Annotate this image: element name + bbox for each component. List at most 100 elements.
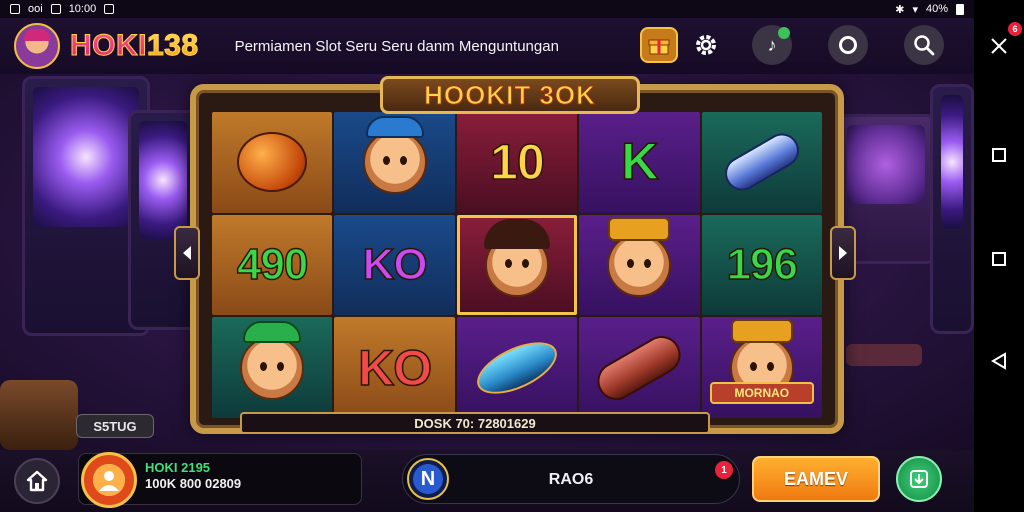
brand-logo[interactable]: HOKI138	[70, 29, 199, 63]
account-panel[interactable]: HOKI 2195 100K 800 02809	[78, 452, 362, 508]
slot-cell: 10	[456, 112, 578, 213]
account-balance: 100K 800 02809	[145, 476, 242, 491]
number-symbol-196: 196	[726, 239, 799, 290]
slot-cell	[212, 317, 333, 418]
bluetooth-icon: ✱	[895, 3, 905, 16]
game-title-plate: HOOKIT 3OK	[380, 76, 640, 114]
game-area: 490 KO KO 10 K 196 MORNAO HOOKIT 3OK S5T…	[0, 74, 974, 450]
log-symbol	[590, 328, 688, 407]
stool	[846, 344, 922, 366]
gift-button[interactable]	[640, 27, 678, 63]
bell-symbol	[237, 132, 308, 193]
bear-symbol	[240, 335, 305, 400]
slot-cell	[579, 214, 700, 316]
music-icon: ♪	[767, 34, 777, 55]
account-username: HOKI 2195	[145, 460, 211, 475]
settings-button[interactable]	[686, 25, 726, 65]
close-button[interactable]	[987, 34, 1011, 58]
prev-arrow-button[interactable]	[174, 226, 200, 280]
battery-icon	[956, 3, 964, 15]
account-avatar[interactable]	[81, 452, 137, 508]
overview-button[interactable]	[987, 247, 1011, 271]
reel-4: K	[579, 112, 700, 418]
battery-text: 40%	[925, 3, 948, 15]
number-symbol: 490	[236, 239, 309, 290]
slot-cell: MORNAO	[701, 317, 822, 418]
tube-symbol	[718, 127, 805, 198]
cat-boy-symbol	[607, 232, 672, 297]
music-button[interactable]: ♪	[752, 25, 792, 65]
user-icon	[99, 471, 119, 491]
chat-icon	[839, 36, 857, 54]
game-title: HOOKIT 3OK	[424, 79, 596, 110]
slot-cell: KO	[334, 317, 455, 418]
slot-cell: KO	[334, 214, 455, 316]
slot-cell	[701, 112, 822, 213]
nav-badge: 6	[1008, 22, 1022, 36]
promo-badge: 1	[715, 461, 733, 479]
k-symbol: K	[620, 133, 659, 193]
gold-hat	[608, 216, 671, 241]
slot-cell-highlight	[456, 214, 578, 316]
chevron-left-icon	[183, 246, 191, 260]
bottom-bar: HOKI 2195 100K 800 02809 N RAO6 1 EAMEV	[0, 450, 974, 512]
promo-panel[interactable]: N RAO6 1	[402, 454, 740, 504]
chat-button[interactable]	[828, 25, 868, 65]
symbol-banner: MORNAO	[709, 381, 814, 404]
arcade-machine-left-2	[128, 110, 198, 330]
search-icon	[914, 35, 935, 56]
info-plate: DOSK 70: 72801629	[240, 412, 710, 434]
next-arrow-button[interactable]	[830, 226, 856, 280]
reel-grid: 490 KO KO 10 K 196 MORNAO	[212, 112, 822, 418]
slot-cell	[334, 112, 455, 213]
status-bar: ooi 10:00 ✱ ▾ 40%	[0, 0, 974, 18]
download-button[interactable]	[896, 456, 942, 502]
system-nav-bar: 6	[974, 0, 1024, 512]
back-button[interactable]	[987, 349, 1011, 373]
promo-label: RAO6	[548, 471, 594, 488]
page-tagline: Permiamen Slot Seru Seru danm Menguntung…	[234, 37, 559, 55]
reel-2: KO KO	[334, 112, 455, 418]
app-header: HOKI138 Permiamen Slot Seru Seru danm Me…	[0, 18, 974, 74]
setting-pill[interactable]: S5TUG	[76, 414, 154, 438]
blue-cap	[365, 116, 424, 138]
search-button[interactable]	[904, 25, 944, 65]
slot-cell	[456, 317, 578, 418]
barrel	[0, 380, 78, 450]
gift-icon	[648, 39, 670, 55]
square-icon-2	[992, 252, 1006, 266]
chevron-right-icon	[839, 246, 847, 260]
slot-cell	[212, 112, 333, 213]
play-button[interactable]: EAMEV	[752, 456, 880, 502]
brand-avatar[interactable]	[14, 23, 60, 69]
slot-cell: 490	[212, 214, 333, 316]
ko-symbol-red: KO	[357, 339, 433, 397]
close-icon	[991, 38, 1007, 54]
slot-cell	[579, 317, 700, 418]
back-triangle-icon	[991, 352, 1006, 370]
notification-icon	[10, 4, 20, 14]
brand-prefix: HOKI	[70, 29, 148, 63]
ten-symbol: 10	[489, 134, 545, 192]
square-icon	[992, 148, 1006, 162]
notification-icon-3	[104, 4, 115, 14]
fish-symbol	[469, 331, 565, 404]
boy-symbol	[362, 130, 427, 195]
music-badge	[778, 27, 790, 39]
girl-hair	[483, 218, 550, 249]
arcade-machine-right-2	[930, 84, 974, 334]
brand-number: 138	[147, 29, 199, 63]
reel-1: 490	[212, 112, 333, 418]
wifi-icon: ▾	[912, 3, 918, 16]
download-icon	[910, 470, 928, 488]
recents-button[interactable]	[987, 143, 1011, 167]
reel-5: 196 MORNAO	[701, 112, 822, 418]
status-time: 10:00	[68, 3, 97, 15]
slot-cell: 196	[701, 214, 822, 316]
gear-icon	[696, 35, 716, 55]
reel-3: 10	[456, 112, 578, 418]
status-left-text: ooi	[28, 3, 43, 15]
crown	[730, 319, 793, 344]
slot-machine-frame: 490 KO KO 10 K 196 MORNAO	[190, 84, 844, 434]
home-button[interactable]	[14, 458, 60, 504]
